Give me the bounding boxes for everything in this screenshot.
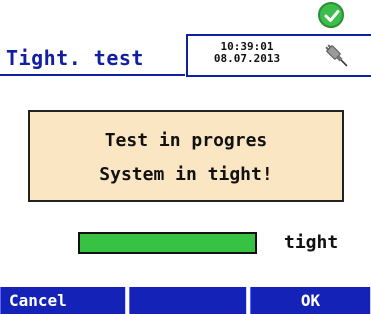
- message-line-2: System in tight!: [99, 164, 273, 185]
- title-underline: [0, 74, 185, 76]
- clock-panel: 10:39:01 08.07.2013: [186, 34, 371, 77]
- clock-date: 08.07.2013: [213, 52, 281, 65]
- check-icon: [324, 10, 340, 22]
- status-ok-icon: [318, 2, 344, 28]
- progress-bar: [78, 232, 257, 254]
- progress-label: tight: [284, 232, 339, 253]
- middle-softkey[interactable]: [129, 287, 247, 314]
- clock-time: 10:39:01: [220, 40, 274, 53]
- cancel-button[interactable]: Cancel: [0, 287, 126, 314]
- softkey-bar: Cancel OK: [0, 287, 371, 314]
- ok-button[interactable]: OK: [250, 287, 371, 314]
- message-line-1: Test in progres: [104, 130, 268, 151]
- message-box: Test in progres System in tight!: [28, 110, 344, 202]
- progress-fill: [80, 234, 255, 252]
- page-title: Tight. test: [6, 46, 144, 70]
- usb-plug-icon: [325, 44, 348, 67]
